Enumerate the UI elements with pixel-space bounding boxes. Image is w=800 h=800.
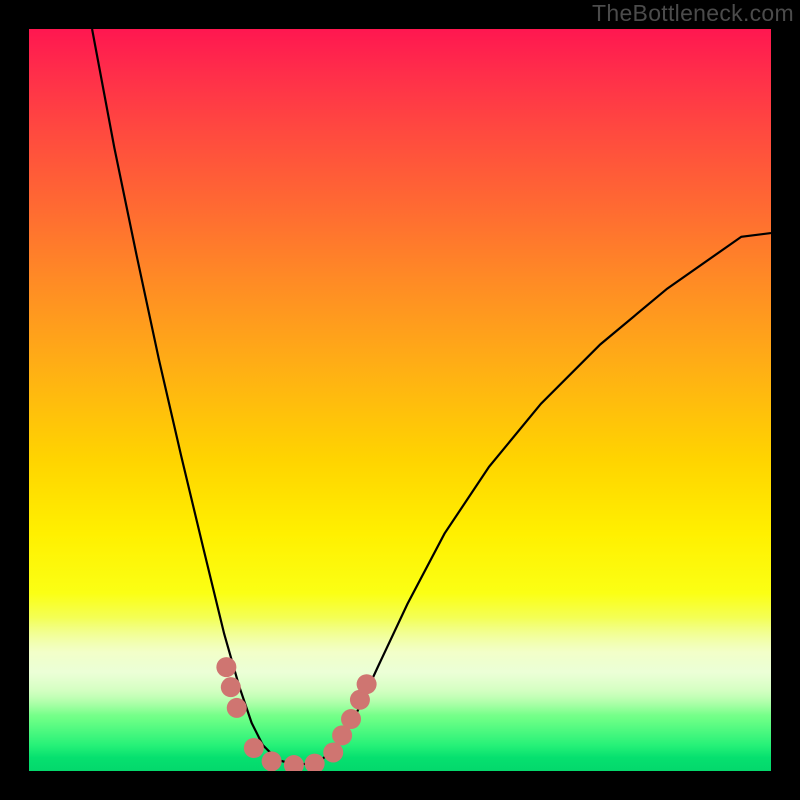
marker-group [216,657,376,771]
watermark-text: TheBottleneck.com [592,0,794,27]
curve-marker [284,755,304,771]
curve-layer [29,29,771,771]
curve-marker [227,698,247,718]
curve-marker [216,657,236,677]
curve-marker [305,754,325,771]
curve-marker [357,674,377,694]
plot-area [29,29,771,771]
curve-marker [244,738,264,758]
curve-marker [221,677,241,697]
curve-marker [341,709,361,729]
bottleneck-curve [92,29,771,765]
chart-frame: TheBottleneck.com [0,0,800,800]
curve-marker [262,751,282,771]
curve-marker [323,742,343,762]
